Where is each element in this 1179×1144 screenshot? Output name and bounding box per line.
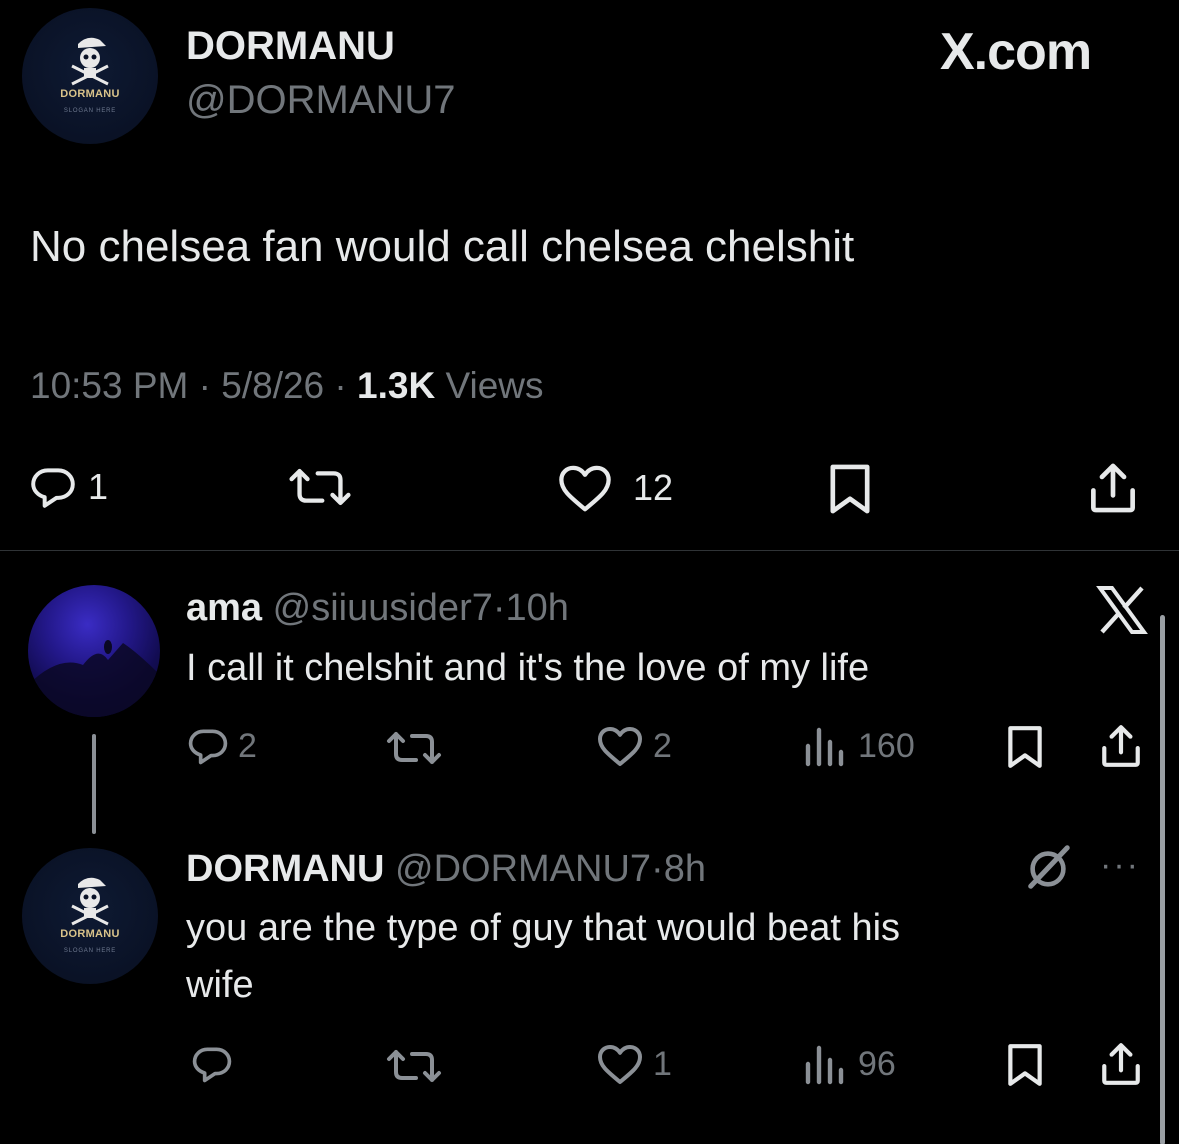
reply-author-avatar[interactable]: DORMANU SLOGAN HERE — [22, 848, 158, 984]
reply-text: I call it chelshit and it's the love of … — [186, 647, 870, 689]
views-chart-icon — [805, 1045, 844, 1085]
meta-separator: · — [198, 365, 211, 406]
avatar-logo-text: DORMANU — [60, 928, 120, 940]
grok-slash-icon[interactable] — [1022, 842, 1074, 897]
retweet-icon — [387, 1050, 441, 1082]
reply-header: DORMANU @DORMANU7·8h — [186, 848, 706, 891]
reply-age[interactable]: 8h — [664, 848, 706, 890]
meta-separator: · — [651, 848, 664, 890]
views-count: 1.3K — [357, 365, 436, 406]
bookmark-button[interactable] — [822, 462, 878, 516]
reply-icon — [192, 1047, 232, 1083]
reply-age[interactable]: 10h — [506, 587, 569, 629]
reply-display-name[interactable]: DORMANU — [186, 848, 384, 890]
like-icon — [559, 465, 611, 512]
silhouette-photo-icon — [28, 640, 160, 717]
retweet-button[interactable] — [288, 462, 352, 512]
author-handle[interactable]: @DORMANU7 — [186, 78, 456, 123]
tweet-date[interactable]: 5/8/26 — [221, 365, 324, 406]
reply-text-line: wife — [186, 964, 254, 1006]
reply-retweet-button[interactable] — [385, 726, 443, 770]
site-watermark: X.com — [940, 23, 1092, 81]
reply-views-count: 96 — [858, 1044, 896, 1083]
reply-retweet-button[interactable] — [385, 1044, 443, 1088]
reply-like-button[interactable]: 1 — [595, 1042, 672, 1086]
like-icon — [598, 727, 642, 766]
reply-share-button[interactable] — [1098, 1040, 1144, 1088]
share-icon — [1102, 725, 1140, 767]
meta-separator: · — [334, 365, 347, 406]
reply-handle[interactable]: @DORMANU7 — [395, 848, 651, 890]
avatar-logo-slogan: SLOGAN HERE — [63, 948, 117, 954]
x-logo-icon — [1096, 586, 1148, 639]
avatar-logo-slogan: SLOGAN HERE — [63, 108, 117, 114]
tweet-text: No chelsea fan would call chelsea chelsh… — [30, 222, 855, 271]
reply-header: ama @siiuusider7·10h — [186, 587, 569, 630]
tweet-time[interactable]: 10:53 PM — [30, 365, 188, 406]
author-display-name[interactable]: DORMANU — [186, 24, 395, 69]
bookmark-icon — [1008, 1044, 1042, 1086]
views-chart-icon — [805, 727, 844, 767]
like-button[interactable]: 12 — [555, 462, 673, 514]
skull-logo-icon — [71, 877, 109, 926]
reply-bookmark-button[interactable] — [1002, 1042, 1048, 1088]
reply-bookmark-button[interactable] — [1002, 724, 1048, 770]
retweet-icon — [387, 732, 441, 764]
reply-text-line: you are the type of guy that would beat … — [186, 907, 901, 949]
like-count: 12 — [633, 467, 674, 508]
reply-views-button[interactable]: 160 — [802, 724, 915, 768]
more-options-button[interactable]: ··· — [1100, 846, 1140, 885]
reply-views-button[interactable]: 96 — [802, 1042, 896, 1086]
author-avatar[interactable]: DORMANU SLOGAN HERE — [22, 8, 158, 144]
share-icon — [1102, 1043, 1140, 1085]
thread-connector-line — [92, 734, 96, 834]
views-label: Views — [445, 365, 544, 406]
scrollbar[interactable] — [1160, 615, 1165, 1144]
reply-display-name[interactable]: ama — [186, 587, 262, 629]
reply-text: you are the type of guy that would beat … — [186, 900, 900, 1014]
reply-count: 1 — [88, 466, 109, 507]
section-divider — [0, 550, 1179, 551]
like-icon — [598, 1045, 642, 1084]
share-icon — [1091, 463, 1135, 513]
share-button[interactable] — [1086, 460, 1140, 516]
reply-like-count: 1 — [653, 1044, 672, 1083]
tweet-meta: 10:53 PM · 5/8/26 · 1.3K Views — [30, 365, 544, 407]
reply-icon — [31, 468, 75, 508]
bookmark-icon — [1008, 726, 1042, 768]
reply-author-avatar[interactable] — [28, 585, 160, 717]
reply-reply-button[interactable] — [190, 1042, 234, 1086]
meta-separator: · — [492, 587, 506, 629]
reply-share-button[interactable] — [1098, 722, 1144, 770]
x-post-detail-screen: DORMANU SLOGAN HERE DORMANU @DORMANU7 X.… — [0, 0, 1179, 1144]
reply-button[interactable]: 1 — [28, 462, 108, 512]
reply-views-count: 160 — [858, 726, 915, 765]
reply-reply-button[interactable]: 2 — [186, 724, 257, 768]
bookmark-icon — [830, 464, 870, 514]
skull-logo-icon — [71, 37, 109, 86]
retweet-icon — [289, 468, 351, 506]
reply-like-button[interactable]: 2 — [595, 724, 672, 768]
reply-like-count: 2 — [653, 726, 672, 765]
reply-reply-count: 2 — [238, 726, 257, 765]
reply-icon — [188, 729, 228, 765]
reply-handle[interactable]: @siiuusider7 — [273, 587, 493, 629]
avatar-logo-text: DORMANU — [60, 88, 120, 100]
